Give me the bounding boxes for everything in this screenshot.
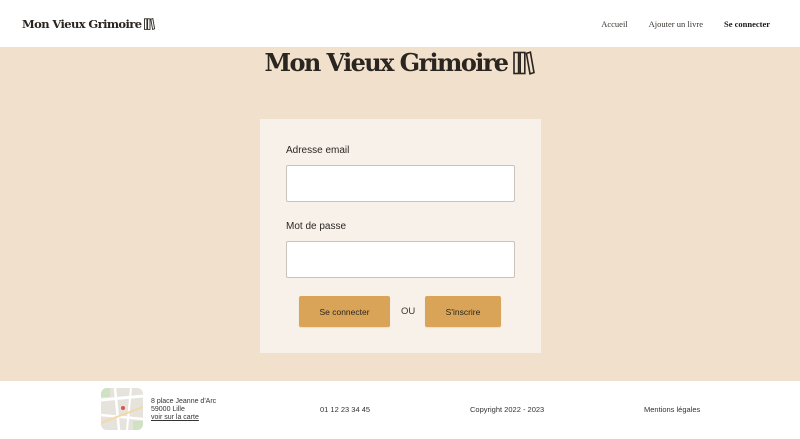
map-link[interactable]: voir sur la carte — [151, 414, 199, 421]
books-icon — [144, 17, 156, 30]
nav-link-accueil[interactable]: Accueil — [601, 19, 627, 29]
email-label: Adresse email — [286, 145, 350, 156]
main-nav: Accueil Ajouter un livre Se connecter — [601, 19, 770, 29]
page-title: Mon Vieux Grimoire — [0, 48, 800, 77]
footer: 8 place Jeanne d'Arc 59000 Lille voir su… — [0, 381, 800, 439]
top-navbar: Mon Vieux Grimoire Accueil Ajouter un li… — [0, 0, 800, 47]
password-field[interactable] — [286, 241, 515, 278]
nav-link-se-connecter[interactable]: Se connecter — [724, 19, 770, 29]
map-thumbnail-graphic — [101, 388, 143, 430]
password-label: Mot de passe — [286, 221, 347, 232]
signup-button[interactable]: S'inscrire — [425, 296, 501, 327]
brand-name: Mon Vieux Grimoire — [22, 16, 142, 31]
address-city: 59000 Lille — [151, 406, 185, 413]
address-block: 8 place Jeanne d'Arc 59000 Lille voir su… — [151, 398, 216, 422]
login-form: Adresse email Mot de passe Se connecter … — [260, 119, 541, 353]
books-icon — [513, 50, 536, 75]
or-separator: OU — [401, 306, 416, 317]
email-field[interactable] — [286, 165, 515, 202]
page-title-text: Mon Vieux Grimoire — [264, 48, 510, 77]
map-icon[interactable] — [101, 388, 143, 430]
nav-link-ajouter-livre[interactable]: Ajouter un livre — [649, 19, 703, 29]
legal-link[interactable]: Mentions légales — [644, 405, 700, 414]
copyright-text: Copyright 2022 - 2023 — [470, 405, 545, 414]
phone-number: 01 12 23 34 45 — [320, 405, 371, 414]
address-street: 8 place Jeanne d'Arc — [151, 398, 217, 405]
login-button[interactable]: Se connecter — [299, 296, 390, 327]
brand-logo[interactable]: Mon Vieux Grimoire — [22, 16, 156, 31]
